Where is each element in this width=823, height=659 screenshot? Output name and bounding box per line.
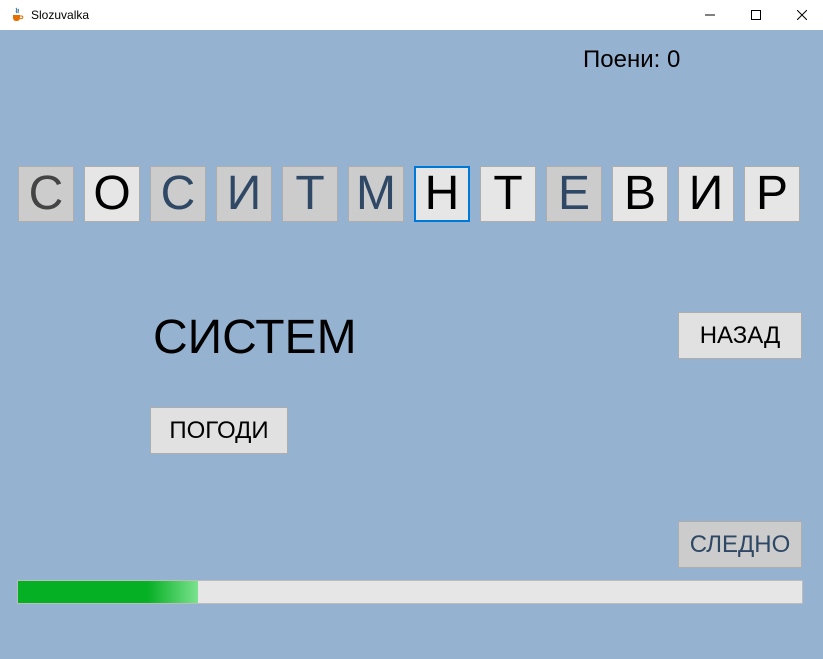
letter-tile[interactable]: С: [18, 166, 74, 222]
letter-tile[interactable]: И: [216, 166, 272, 222]
close-button[interactable]: [779, 0, 823, 30]
letter-tile[interactable]: С: [150, 166, 206, 222]
letter-tile[interactable]: И: [678, 166, 734, 222]
letter-tile[interactable]: В: [612, 166, 668, 222]
letter-tile[interactable]: Р: [744, 166, 800, 222]
next-button[interactable]: СЛЕДНО: [678, 521, 802, 568]
minimize-icon: [705, 14, 715, 16]
game-area: Поени: 0 С О С И Т М Н Т Е В И Р СИСТЕМ …: [0, 30, 823, 659]
letter-tile[interactable]: М: [348, 166, 404, 222]
letter-tile[interactable]: Н: [414, 166, 470, 222]
window-title: Slozuvalka: [31, 8, 90, 22]
maximize-button[interactable]: [733, 0, 779, 30]
current-word: СИСТЕМ: [153, 311, 357, 364]
letter-tile[interactable]: Т: [480, 166, 536, 222]
letter-tile[interactable]: Т: [282, 166, 338, 222]
maximize-icon: [751, 10, 761, 20]
progress-bar: [17, 580, 803, 604]
score-label: Поени: 0: [583, 46, 681, 73]
title-bar: Slozuvalka: [0, 0, 823, 30]
back-button[interactable]: НАЗАД: [678, 312, 802, 359]
letter-tile[interactable]: О: [84, 166, 140, 222]
progress-bar-fill: [18, 581, 199, 603]
minimize-button[interactable]: [687, 0, 733, 30]
java-coffee-cup-icon: [13, 7, 24, 21]
letter-tile[interactable]: Е: [546, 166, 602, 222]
guess-button[interactable]: ПОГОДИ: [150, 407, 288, 454]
close-icon: [797, 10, 807, 20]
